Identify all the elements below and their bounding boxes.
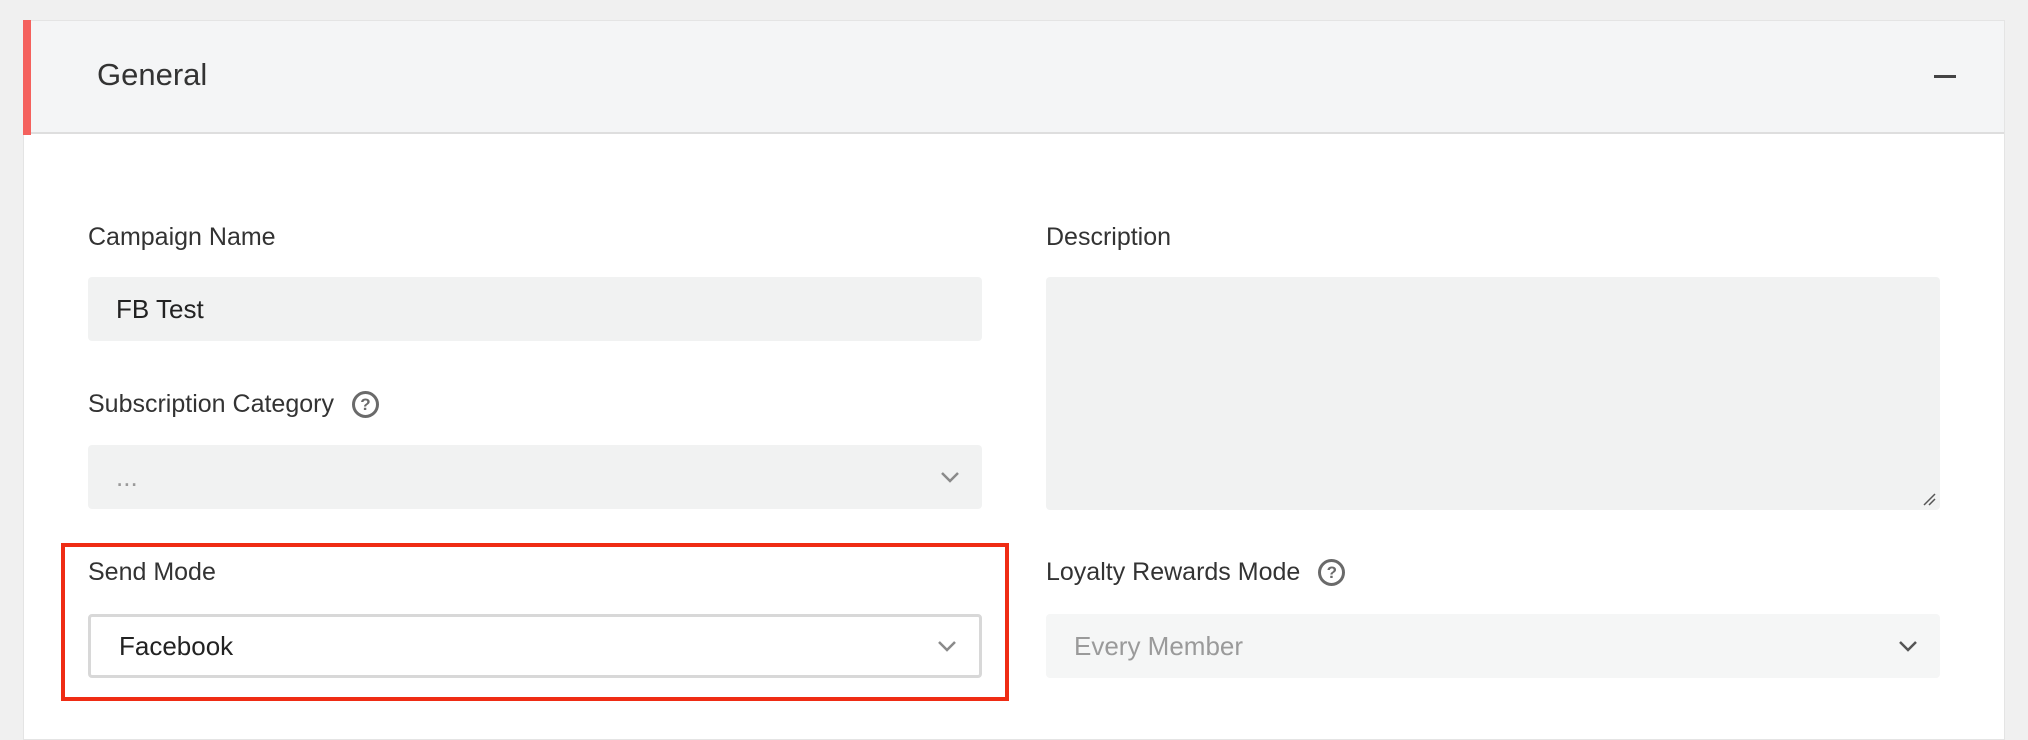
- subscription-category-value: ...: [116, 461, 138, 492]
- description-label: Description: [1046, 223, 1172, 251]
- chevron-down-icon: [941, 472, 959, 483]
- campaign-name-value: FB Test: [116, 293, 204, 324]
- question-circle-icon[interactable]: ?: [1318, 559, 1346, 586]
- send-mode-label: Send Mode: [88, 558, 216, 586]
- chevron-down-icon: [938, 641, 956, 652]
- subscription-category-label: Subscription Category ?: [88, 390, 379, 419]
- panel-header[interactable]: General: [23, 20, 2004, 135]
- subscription-category-label-text: Subscription Category: [88, 390, 334, 418]
- panel-title: General: [97, 57, 208, 92]
- loyalty-rewards-mode-label-text: Loyalty Rewards Mode: [1046, 558, 1301, 586]
- loyalty-rewards-mode-label: Loyalty Rewards Mode ?: [1046, 558, 1346, 587]
- question-circle-icon[interactable]: ?: [351, 391, 379, 418]
- description-textarea[interactable]: [1046, 277, 1940, 510]
- subscription-category-select[interactable]: ...: [88, 445, 982, 509]
- resize-handle-icon[interactable]: [1922, 492, 1936, 506]
- loyalty-rewards-mode-value: Every Member: [1074, 630, 1244, 661]
- accent-bar: [23, 20, 31, 135]
- campaign-name-input[interactable]: FB Test: [88, 277, 982, 341]
- campaign-name-label: Campaign Name: [88, 223, 276, 251]
- send-mode-select[interactable]: Facebook: [88, 614, 982, 678]
- minus-icon[interactable]: [1934, 75, 1956, 78]
- send-mode-value: Facebook: [119, 630, 234, 661]
- loyalty-rewards-mode-select[interactable]: Every Member: [1046, 614, 1940, 678]
- chevron-down-icon: [1899, 641, 1917, 652]
